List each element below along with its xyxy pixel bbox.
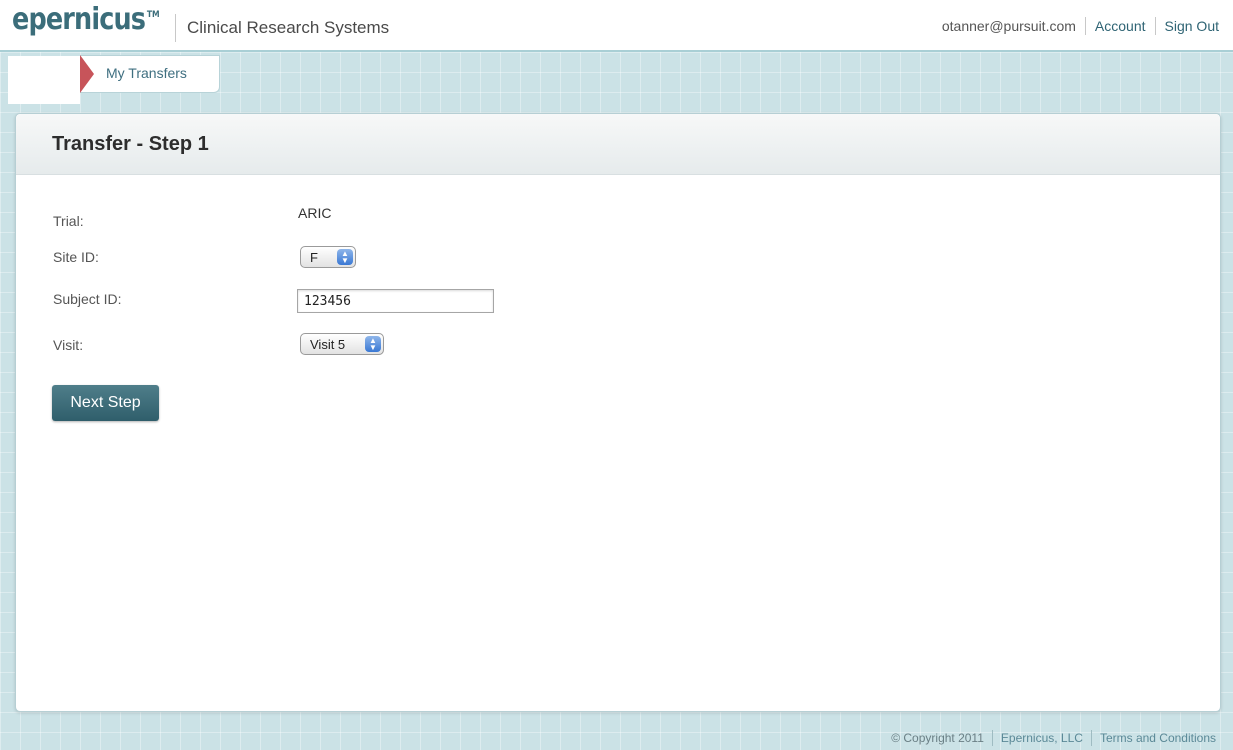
visit-label: Visit: bbox=[53, 337, 84, 353]
tab-my-transfers-label[interactable]: My Transfers bbox=[106, 65, 187, 81]
copyright-text: © Copyright 2011 bbox=[891, 731, 984, 745]
header-divider bbox=[175, 14, 176, 42]
tab-placeholder bbox=[8, 56, 80, 104]
panel-header: Transfer - Step 1 bbox=[16, 114, 1220, 175]
footer-divider bbox=[991, 730, 993, 746]
sign-out-link[interactable]: Sign Out bbox=[1165, 18, 1219, 34]
next-step-button[interactable]: Next Step bbox=[52, 385, 159, 421]
subject-id-input[interactable] bbox=[297, 289, 494, 313]
transfer-panel: Transfer - Step 1 Trial: ARIC Site ID: F… bbox=[15, 113, 1221, 712]
company-link[interactable]: Epernicus, LLC bbox=[1001, 731, 1083, 745]
page-title: Transfer - Step 1 bbox=[52, 133, 209, 155]
active-tab-marker-icon bbox=[80, 55, 94, 93]
subject-id-label: Subject ID: bbox=[53, 291, 122, 307]
link-divider bbox=[1084, 17, 1086, 35]
account-link[interactable]: Account bbox=[1095, 18, 1146, 34]
site-id-label: Site ID: bbox=[53, 249, 99, 265]
logo-trademark: TM bbox=[146, 10, 160, 20]
site-id-selected-value: F bbox=[310, 250, 318, 265]
updown-chevron-icon: ▲ ▼ bbox=[337, 249, 353, 265]
epernicus-logo[interactable]: epernicus TM bbox=[12, 2, 160, 37]
terms-link[interactable]: Terms and Conditions bbox=[1100, 731, 1216, 745]
footer: © Copyright 2011 Epernicus, LLC Terms an… bbox=[891, 730, 1216, 746]
site-id-select[interactable]: F ▲ ▼ bbox=[300, 246, 356, 268]
logo-text: epernicus bbox=[12, 2, 146, 37]
visit-selected-value: Visit 5 bbox=[310, 337, 346, 352]
updown-chevron-icon: ▲ ▼ bbox=[365, 336, 381, 352]
link-divider bbox=[1154, 17, 1156, 35]
user-links: otanner@pursuit.com Account Sign Out bbox=[942, 17, 1219, 35]
footer-divider bbox=[1090, 730, 1092, 746]
visit-select[interactable]: Visit 5 ▲ ▼ bbox=[300, 333, 384, 355]
trial-value: ARIC bbox=[298, 205, 332, 221]
user-email: otanner@pursuit.com bbox=[941, 18, 1076, 34]
product-name: Clinical Research Systems bbox=[187, 18, 390, 37]
app-header: epernicus TM Clinical Research Systems ot… bbox=[0, 0, 1233, 50]
trial-label: Trial: bbox=[53, 213, 84, 229]
